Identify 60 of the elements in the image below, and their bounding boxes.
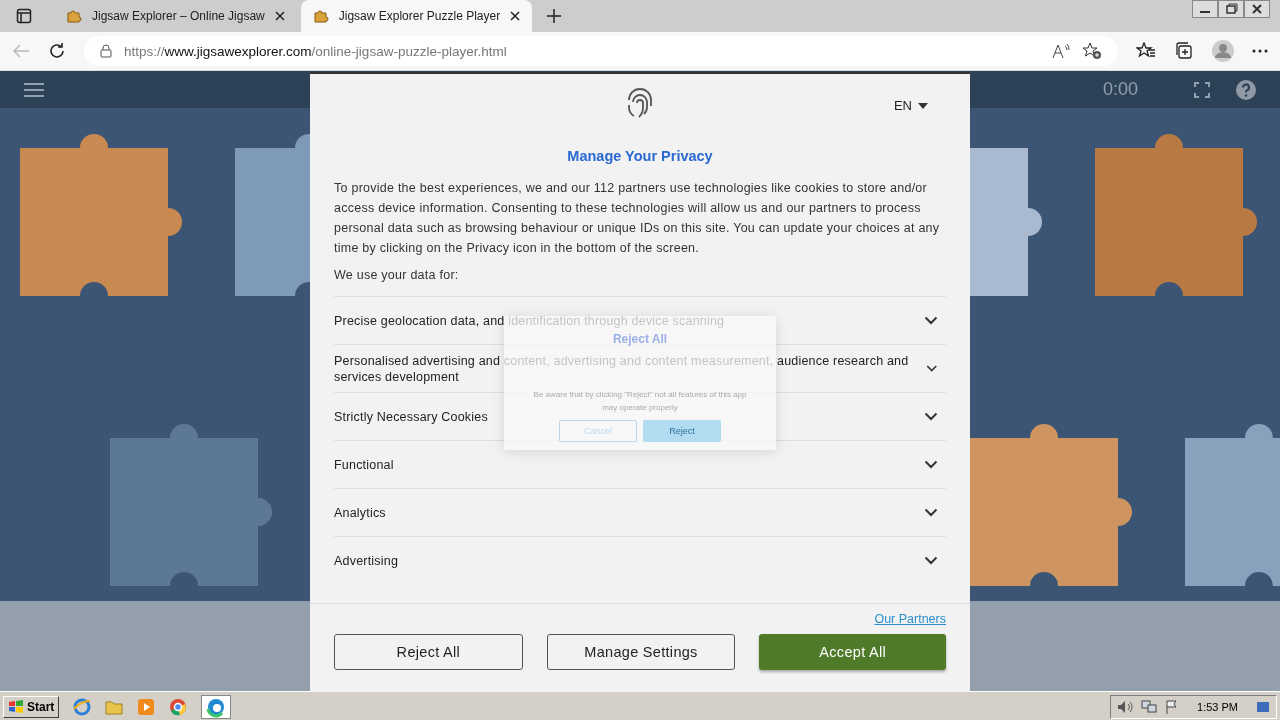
section-label: We use your data for:: [334, 268, 460, 282]
more-options-icon[interactable]: [1252, 49, 1268, 53]
timer: 0:00: [1102, 79, 1138, 100]
browser-icon[interactable]: [73, 697, 92, 716]
browser-tab[interactable]: Jigsaw Explorer – Online Jigsaw: [54, 0, 297, 32]
fingerprint-icon: [625, 88, 655, 120]
windows-logo-icon: [8, 699, 24, 714]
tab-title: Jigsaw Explorer Puzzle Player: [338, 9, 501, 23]
popup-title: Reject All: [612, 332, 668, 346]
tab-actions-icon[interactable]: [16, 8, 32, 24]
help-icon[interactable]: [1236, 79, 1256, 100]
chevron-down-icon[interactable]: [924, 412, 938, 421]
purpose-row[interactable]: Analytics: [334, 488, 946, 536]
puzzle-piece-icon: [66, 8, 82, 24]
chevron-down-icon[interactable]: [924, 556, 938, 565]
flag-icon[interactable]: [1165, 699, 1180, 714]
chrome-icon[interactable]: [169, 697, 188, 716]
dialog-button[interactable]: Manage Settings: [546, 634, 736, 670]
network-icon[interactable]: [1141, 699, 1158, 714]
popup-button[interactable]: Reject: [643, 420, 721, 442]
menu-icon[interactable]: [24, 82, 44, 97]
purpose-label: Functional: [334, 456, 394, 473]
restore-icon[interactable]: [1218, 0, 1244, 18]
favorites-icon[interactable]: [1136, 42, 1156, 60]
purpose-row[interactable]: Advertising: [334, 536, 946, 584]
show-desktop-icon[interactable]: [1256, 699, 1270, 714]
refresh-icon[interactable]: [48, 42, 66, 60]
address-field[interactable]: https://www.jigsawexplorer.com/online-jigsaw-puzzle-player.html: [84, 36, 1118, 66]
minimize-icon[interactable]: [1192, 0, 1218, 18]
chevron-down-icon[interactable]: [924, 316, 938, 325]
close-icon[interactable]: [510, 11, 521, 21]
start-button[interactable]: Start: [3, 695, 60, 718]
new-tab-icon[interactable]: [546, 8, 563, 24]
puzzle-piece-icon: [312, 8, 329, 24]
edge-icon[interactable]: [201, 694, 232, 719]
accept-button[interactable]: Accept All: [759, 634, 946, 670]
purpose-label: Advertising: [334, 552, 399, 569]
volume-icon[interactable]: [1117, 699, 1134, 714]
chevron-down-icon[interactable]: [926, 364, 938, 373]
url-text: https://www.jigsawexplorer.com/online-jigsaw-puzzle-player.html: [124, 43, 508, 59]
tab-title: Jigsaw Explorer – Online Jigsaw: [92, 9, 265, 23]
popup-message: Be aware that by clicking "Reject" not all features of this app may operate properly: [532, 389, 748, 414]
add-favorite-icon[interactable]: [1082, 42, 1102, 60]
chevron-down-icon[interactable]: [924, 508, 938, 517]
clock: 1:53 PM: [1197, 700, 1238, 713]
purpose-label: Analytics: [334, 504, 386, 521]
intro-paragraph: To provide the best experiences, we and our 112 partners use technologies like cookies to store and/or access device information. Consenting to these technologies will allow us and our partners to process personal data such as browsing behaviour or unique IDs on this site. You can update your choices at any time by clicking on the Privacy icon in the bottom of the screen.: [334, 180, 941, 257]
dialog-title: Manage Your Privacy: [566, 148, 714, 164]
lock-icon: [100, 44, 112, 58]
read-aloud-icon[interactable]: [1052, 43, 1070, 59]
language-selector[interactable]: EN: [893, 98, 928, 113]
close-icon[interactable]: [1244, 0, 1270, 18]
purpose-label: Strictly Necessary Cookies: [334, 408, 488, 425]
browser-tab[interactable]: Jigsaw Explorer Puzzle Player: [300, 0, 533, 32]
dialog-button[interactable]: Reject All: [334, 634, 523, 670]
profile-avatar-icon[interactable]: [1212, 40, 1234, 62]
close-icon[interactable]: [274, 11, 285, 21]
fullscreen-icon[interactable]: [1194, 81, 1210, 98]
collections-icon[interactable]: [1174, 42, 1194, 60]
chevron-down-icon[interactable]: [924, 460, 938, 469]
